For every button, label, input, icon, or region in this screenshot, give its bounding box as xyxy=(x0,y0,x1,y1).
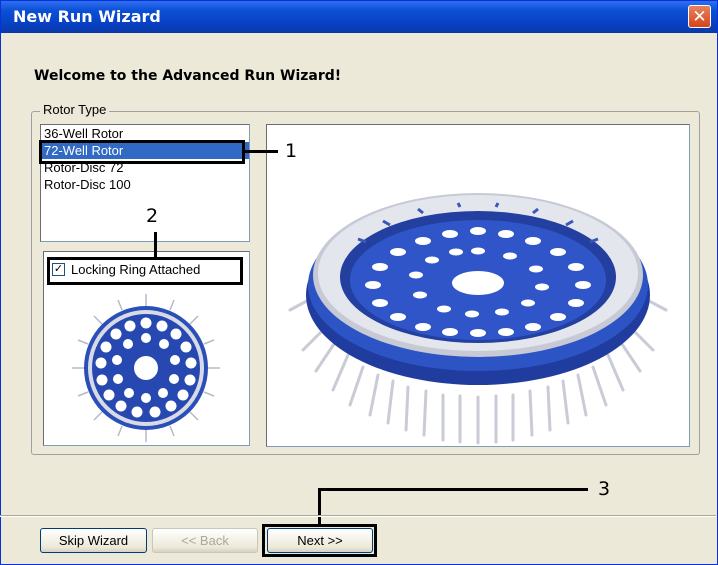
rotor-type-legend: Rotor Type xyxy=(40,102,110,117)
title-bar[interactable]: New Run Wizard ✕ xyxy=(1,1,717,33)
callout-highlight-rotor xyxy=(39,140,245,164)
callout-number-1: 1 xyxy=(285,140,298,162)
close-button[interactable]: ✕ xyxy=(688,5,711,28)
rotor-image-panel xyxy=(266,124,690,447)
callout-number-3: 3 xyxy=(598,478,611,500)
page-heading: Welcome to the Advanced Run Wizard! xyxy=(34,68,342,84)
callout-line-3-horizontal xyxy=(318,488,588,491)
next-button[interactable]: Next >> xyxy=(267,528,373,553)
callout-highlight-checkbox xyxy=(47,257,243,285)
window-title: New Run Wizard xyxy=(13,7,161,26)
rotor-image xyxy=(288,193,668,445)
button-separator xyxy=(0,515,716,517)
skip-wizard-button[interactable]: Skip Wizard xyxy=(40,528,147,553)
callout-number-2: 2 xyxy=(146,205,159,227)
callout-line-3-vertical xyxy=(318,488,321,524)
close-icon: ✕ xyxy=(692,7,707,26)
back-button[interactable]: << Back xyxy=(152,528,258,553)
callout-line-2 xyxy=(154,232,157,257)
rotor-item-disc-100[interactable]: Rotor-Disc 100 xyxy=(41,176,249,193)
callout-line-1 xyxy=(245,150,278,153)
